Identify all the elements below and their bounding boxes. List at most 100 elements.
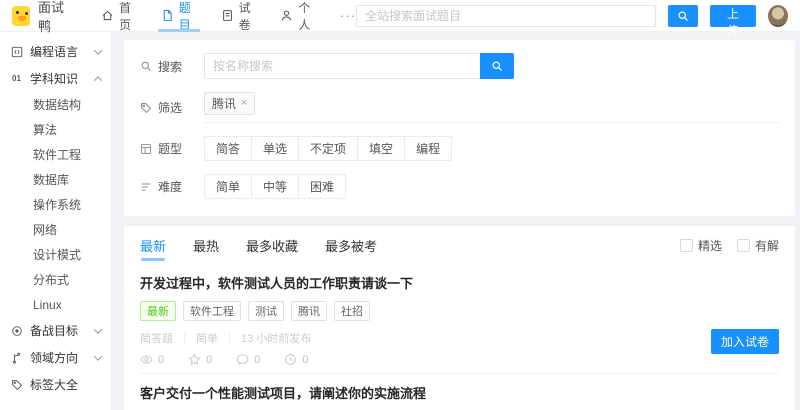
stat-visits: 0 [284,353,309,366]
difficulty-option-easy[interactable]: 简单 [204,174,253,199]
nav-papers[interactable]: 试卷 [221,0,257,32]
question-search-input[interactable] [204,53,480,79]
tab-most-asked[interactable]: 最多被考 [325,227,377,264]
question-published: 13 小时前发布 [241,333,312,345]
selected-tags-area: 腾讯 × [204,92,779,123]
app-logo[interactable]: 面试鸭 [12,0,73,35]
question-body: 开发过程中，软件测试人员的工作职责请谈一下 最新 软件工程 测试 腾讯 社招 简… [140,273,711,366]
question-tag[interactable]: 软件工程 [183,301,241,321]
sidebar-item-subjects[interactable]: 01 学科知识 [0,65,111,92]
question-stats: 0 0 0 0 [140,353,711,366]
stat-views: 0 [140,353,164,366]
difficulty-option-medium[interactable]: 中等 [251,174,300,199]
chevron-down-icon [93,351,103,361]
type-option-single-choice[interactable]: 单选 [251,136,300,161]
stat-comments-count: 0 [254,353,261,366]
nav-home[interactable]: 首页 [101,0,137,32]
document-icon [161,9,174,22]
search-icon [140,60,152,72]
sidebar-item-design-patterns[interactable]: 设计模式 [0,242,111,267]
selected-tag-tencent[interactable]: 腾讯 × [204,92,256,115]
paper-icon [221,9,234,22]
question-meta: 简答题 简单 13 小时前发布 [140,330,711,346]
type-option-coding[interactable]: 编程 [404,136,453,161]
list-filter-checkboxes: 精选 有解 [679,237,779,254]
filter-panel: 搜索 筛选 腾讯 × [124,40,795,216]
user-avatar[interactable] [767,4,788,27]
global-search-button[interactable] [668,4,699,27]
filter-difficulty-label-group: 难度 [140,178,204,195]
selected-tag-text: 腾讯 [212,97,237,111]
tab-hottest[interactable]: 最热 [193,227,219,264]
type-option-multi-choice[interactable]: 不定项 [298,136,359,161]
stat-stars[interactable]: 0 [188,353,212,366]
question-list-panel: 最新 最热 最多收藏 最多被考 精选 有解 开发过程中，软件测试人员的工作职责请… [124,226,795,410]
sidebar-item-linux[interactable]: Linux [0,292,111,317]
checkbox-featured[interactable]: 精选 [679,237,722,254]
eye-icon [140,353,153,366]
question-tag[interactable]: 测试 [248,301,284,321]
type-option-short-answer[interactable]: 简答 [204,136,253,161]
filter-type-label: 题型 [158,142,183,156]
nav-personal-label: 个人 [298,0,311,32]
checkbox-icon [679,238,693,252]
sidebar-item-os[interactable]: 操作系统 [0,192,111,217]
global-search-input[interactable] [356,4,657,27]
question-title[interactable]: 开发过程中，软件测试人员的工作职责请谈一下 [140,273,711,292]
filter-search-label: 搜索 [158,59,183,74]
chevron-down-icon [93,324,103,334]
stat-views-count: 0 [158,353,165,366]
badge-new: 最新 [140,301,176,321]
close-icon[interactable]: × [241,98,247,109]
question-search-button[interactable] [480,53,514,79]
sidebar-item-data-structures[interactable]: 数据结构 [0,92,111,117]
filter-difficulty-label: 难度 [158,180,183,194]
main-nav: 首页 题目 试卷 个人 ··· [101,0,356,32]
filter-difficulty-row: 难度 简单 中等 困难 [140,174,779,199]
topbar: 面试鸭 首页 题目 试卷 个人 ··· 全站搜索面试题目 上传 [0,0,800,38]
question-action: 加入试卷 [710,273,779,366]
numbered-list-icon: 01 [12,74,21,83]
list-icon [140,181,152,193]
main-content: 搜索 筛选 腾讯 × [112,32,800,410]
add-to-paper-button[interactable]: 加入试卷 [710,329,779,354]
question-body: 客户交付一个性能测试项目，请阐述你的实施流程 最新 腾讯 社招 性能优化 简答题… [140,383,711,410]
comment-icon [236,353,249,366]
sidebar-item-software-engineering[interactable]: 软件工程 [0,142,111,167]
upload-button[interactable]: 上传 [710,4,756,38]
duck-logo-icon [12,5,30,26]
category-sidebar: 编程语言 01 学科知识 数据结构 算法 软件工程 数据库 操作系统 网络 设计… [0,32,112,410]
tab-newest[interactable]: 最新 [140,227,166,264]
sidebar-item-tags[interactable]: 标签大全 [0,371,111,398]
question-title[interactable]: 客户交付一个性能测试项目，请阐述你的实施流程 [140,383,711,402]
user-icon [280,9,293,22]
question-tag[interactable]: 社招 [334,301,370,321]
sidebar-item-domains[interactable]: 领域方向 [0,344,111,371]
nav-more-button[interactable]: ··· [340,8,356,23]
tab-most-favorited[interactable]: 最多收藏 [246,227,298,264]
sidebar-item-languages[interactable]: 编程语言 [0,38,111,65]
branch-icon [10,352,23,364]
checkbox-has-answer[interactable]: 有解 [736,237,779,254]
filter-type-row: 题型 简答 单选 不定项 填空 编程 [140,136,779,161]
sidebar-item-label: 领域方向 [30,351,79,365]
nav-questions-label: 题目 [178,0,191,32]
question-item: 客户交付一个性能测试项目，请阐述你的实施流程 最新 腾讯 社招 性能优化 简答题… [140,374,779,410]
question-tags: 最新 软件工程 测试 腾讯 社招 [140,301,711,321]
type-options: 简答 单选 不定项 填空 编程 [204,136,453,161]
search-icon [491,60,503,72]
question-action: 加入试卷 [711,383,779,410]
sidebar-item-distributed[interactable]: 分布式 [0,267,111,292]
type-option-fill-blank[interactable]: 填空 [357,136,406,161]
filter-search-row: 搜索 [140,53,779,79]
question-tag[interactable]: 腾讯 [291,301,327,321]
sidebar-item-algorithms[interactable]: 算法 [0,117,111,142]
difficulty-option-hard[interactable]: 困难 [298,174,347,199]
nav-questions[interactable]: 题目 [157,0,200,32]
sidebar-item-database[interactable]: 数据库 [0,167,111,192]
target-icon [10,325,23,337]
nav-personal[interactable]: 个人 [280,0,316,32]
stat-comments[interactable]: 0 [236,353,260,366]
sidebar-item-network[interactable]: 网络 [0,217,111,242]
sidebar-item-targets[interactable]: 备战目标 [0,317,111,344]
